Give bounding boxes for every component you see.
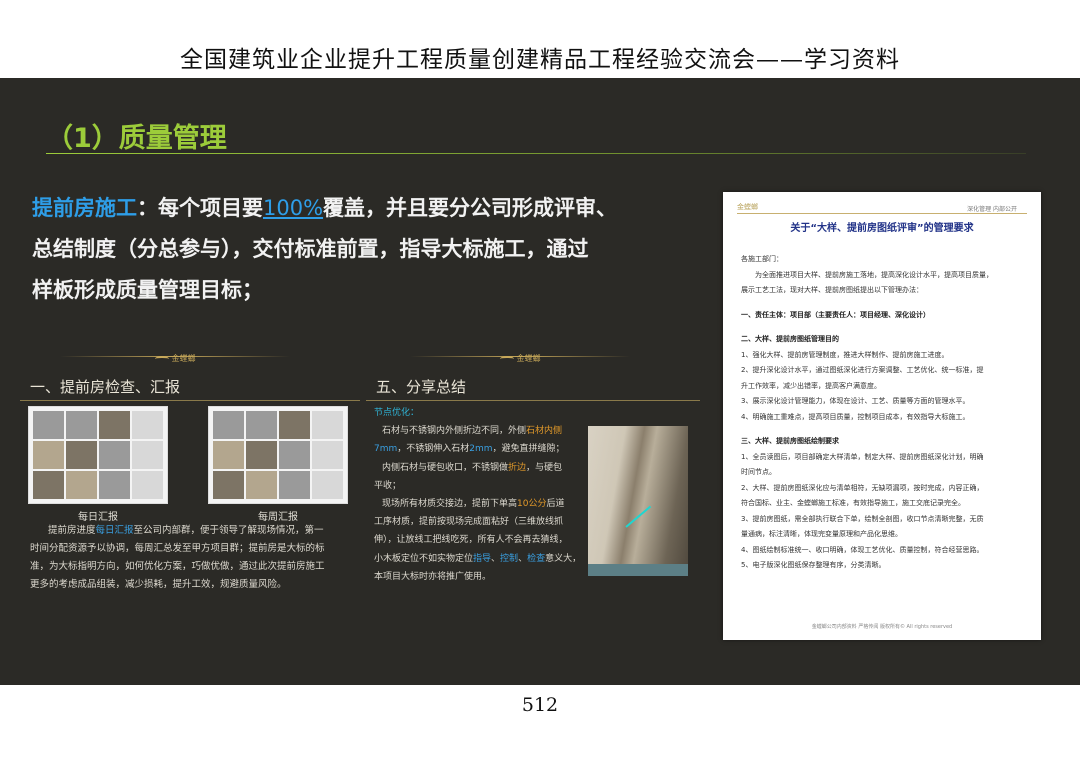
- r-l9: 本项目大标时亦将推广使用。: [374, 571, 492, 582]
- doc-s2-item-2b: 升工作效率，减少出错率，提高客户满意度。: [741, 381, 881, 390]
- doc-s3-item-1a: 1、全员读图后，项目部确定大样清单，制定大样、提前房图纸深化计划，明确: [741, 452, 984, 461]
- doc-s2-item-4: 4、明确施工重难点，提高项目质量，控制项目成本，有效指导大标施工。: [741, 412, 970, 421]
- logo-mark-icon: [154, 355, 169, 362]
- right-logo-text: 金螳螂: [516, 354, 541, 363]
- r-l3-rest: ，与硬包: [526, 462, 563, 473]
- intro-line-3: 样板形成质量管理目标；: [32, 278, 263, 302]
- slide: （1）质量管理 提前房施工：每个项目要100%覆盖，并且要分公司形成评审、 总结…: [0, 78, 1080, 685]
- left-panel-heading: 一、提前房检查、汇报: [30, 378, 181, 396]
- right-panel-heading: 五、分享总结: [376, 378, 467, 396]
- r-l5-rest: 后道: [546, 499, 565, 510]
- r-l3-pre: 内侧石材与硬包收口，不锈钢做: [382, 462, 509, 473]
- doc-s3-item-3a: 3、提前房图纸，需全部执行联合下单，绘制全剖图，收口节点清晰完整，无质: [741, 514, 984, 523]
- photo-caption-strip: [588, 564, 688, 576]
- doc-s3-item-3b: 量通病，标注清晰，体现完变量原理和产品化思维。: [741, 530, 902, 538]
- doc-footer: 金螳螂公司内部资料 严格传阅 版权所有© All rights reserved: [811, 624, 953, 630]
- doc-body: 各施工部门： 为全面推进项目大样、提前房施工落地，提高深化设计水平，提高项目质量…: [741, 252, 1027, 574]
- left-text-line4: 更多的考虑成品组装，减少损耗，提升工效，规避质量风险。: [30, 579, 287, 590]
- r-l7: 伸），让放线工把线吃死，所有人不会再去猜线，: [374, 535, 568, 546]
- doc-classification: 深化管理 内部公开: [967, 206, 1017, 213]
- intro-line-2: 总结制度（分总参与），交付标准前置，指导大标施工，通过: [32, 237, 589, 261]
- r-l2-mid: ，不锈钢伸入石材: [397, 444, 470, 455]
- arrow-icon: [625, 505, 652, 528]
- slide-title: （1）质量管理: [46, 123, 227, 154]
- r-l8-hl3: 检查: [527, 553, 546, 564]
- doc-section-1: 一、责任主体：项目部（主要责任人：项目经理、深化设计）: [741, 310, 930, 319]
- daily-report-caption: 每日汇报: [78, 512, 118, 523]
- intro-line-1: 提前房施工：每个项目要100%覆盖，并且要分公司形成评审、: [32, 188, 702, 229]
- doc-s3-item-4: 4、图纸绘制标准统一、收口明确，体现工艺优化、质量控制，符合经营思路。: [741, 545, 984, 554]
- intro-colon: ：每个项目要: [137, 196, 263, 220]
- left-panel-rule: [20, 400, 360, 401]
- intro-paragraph: 提前房施工：每个项目要100%覆盖，并且要分公司形成评审、 总结制度（分总参与）…: [32, 188, 702, 311]
- doc-s2-item-3: 3、展示深化设计管理能力，体现在设计、工艺、质量等方面的管理水平。: [741, 397, 970, 405]
- doc-intro-1: 为全面推进项目大样、提前房施工落地，提高深化设计水平，提高项目质量，: [755, 270, 993, 279]
- r-l5-hl: 10公分: [517, 499, 547, 510]
- intro-percent: 100%: [263, 196, 324, 220]
- left-text-rest: 至公司内部群，便于领导了解现场情况，第一: [133, 525, 324, 536]
- right-panel-logo: 金螳螂: [460, 353, 580, 364]
- r-l2-rest: ，避免直拼缝隙；: [492, 444, 565, 455]
- weekly-report-screenshot: [208, 406, 348, 504]
- doc-s3-item-5: 5、电子版深化图纸保存整理有序，分类清晰。: [741, 561, 886, 569]
- doc-section-3: 三、大样、提前房图纸绘制要求: [741, 437, 839, 445]
- doc-header-rule: [737, 213, 1027, 214]
- doc-s3-item-1b: 时间节点。: [741, 468, 776, 476]
- intro-line1-rest: 覆盖，并且要分公司形成评审、: [323, 196, 618, 220]
- left-panel-logo: 金螳螂: [115, 353, 235, 364]
- right-panel-text: 节点优化： 石材与不锈钢内外侧折边不同，外侧石材内侧 7mm，不锈钢伸入石材2m…: [374, 404, 589, 586]
- daily-report-screenshot: [28, 406, 168, 504]
- r-l6: 工序材质，提前按现场完成面粘好（三维放线抓: [374, 517, 564, 528]
- left-panel-text: 提前房进度每日汇报至公司内部群，便于领导了解现场情况，第一 时间分配资源予以协调…: [30, 522, 375, 594]
- logo-mark-icon: [499, 355, 514, 362]
- left-text-line3: 准，为大标指明方向，如何优化方案，巧做优做，通过此次提前房施工: [30, 561, 325, 572]
- page-number: 512: [521, 694, 559, 716]
- r-l2-hl: 7mm: [374, 444, 398, 455]
- r-l2-hl2: 2mm: [469, 444, 493, 455]
- r-l8-rest: 意义大，: [545, 553, 582, 564]
- doc-logo: 金螳螂: [737, 203, 758, 211]
- doc-intro-2: 展示工艺工法，现对大样、提前房图纸提出以下管理办法：: [741, 286, 923, 294]
- title-divider: [46, 153, 1026, 154]
- r-l5-pre: 现场所有材质交接边，提前下单高: [382, 499, 518, 510]
- stone-joint-photo: [588, 426, 688, 576]
- left-text-highlight: 每日汇报: [95, 525, 134, 536]
- r-l3-hl: 折边: [508, 462, 527, 473]
- r-l8-pre: 小木板定位不如实物定位: [374, 553, 474, 564]
- r-l8-c2: 、: [518, 553, 528, 564]
- doc-s3-item-2a: 2、大样、提前房图纸深化应与清单相符，无缺项漏项，按时完成，内容正确，: [741, 483, 984, 492]
- r-l4: 平收；: [374, 480, 402, 491]
- left-text-line2: 时间分配资源予以协调，每周汇总发至甲方项目群；提前房是大标的标: [30, 543, 325, 554]
- left-text-pre: 提前房进度: [48, 525, 96, 536]
- intro-highlight: 提前房施工: [32, 196, 137, 220]
- r-l8-hl1: 指导: [473, 553, 492, 564]
- left-logo-text: 金螳螂: [171, 354, 196, 363]
- doc-title: 关于“大样、提前房图纸评审”的管理要求: [790, 223, 974, 234]
- doc-s2-item-2a: 2、提升深化设计水平，通过图纸深化进行方案调整、工艺优化、统一标准，提: [741, 366, 984, 374]
- r-l8-c1: 、: [491, 553, 501, 564]
- doc-salutation: 各施工部门：: [741, 255, 783, 263]
- r-l8-hl2: 控制: [500, 553, 519, 564]
- doc-s3-item-2b: 符合国标、业主、金螳螂施工标准，有效指导施工，施工交底记录完全。: [741, 499, 965, 507]
- r-l1-hl: 石材内侧: [526, 426, 563, 437]
- document-header: 全国建筑业企业提升工程质量创建精品工程经验交流会——学习资料: [180, 47, 900, 73]
- right-panel-rule: [366, 400, 700, 401]
- doc-section-2: 二、大样、提前房图纸管理目的: [741, 335, 839, 343]
- r-l1-pre: 石材与不锈钢内外侧折边不同，外侧: [382, 426, 527, 437]
- management-document: 金螳螂 深化管理 内部公开 关于“大样、提前房图纸评审”的管理要求 各施工部门：…: [723, 192, 1041, 640]
- node-optimization-title: 节点优化：: [374, 408, 420, 418]
- weekly-report-caption: 每周汇报: [258, 512, 298, 523]
- doc-s2-item-1: 1、强化大样、提前房管理制度，推进大样制作、提前房施工进度。: [741, 350, 949, 359]
